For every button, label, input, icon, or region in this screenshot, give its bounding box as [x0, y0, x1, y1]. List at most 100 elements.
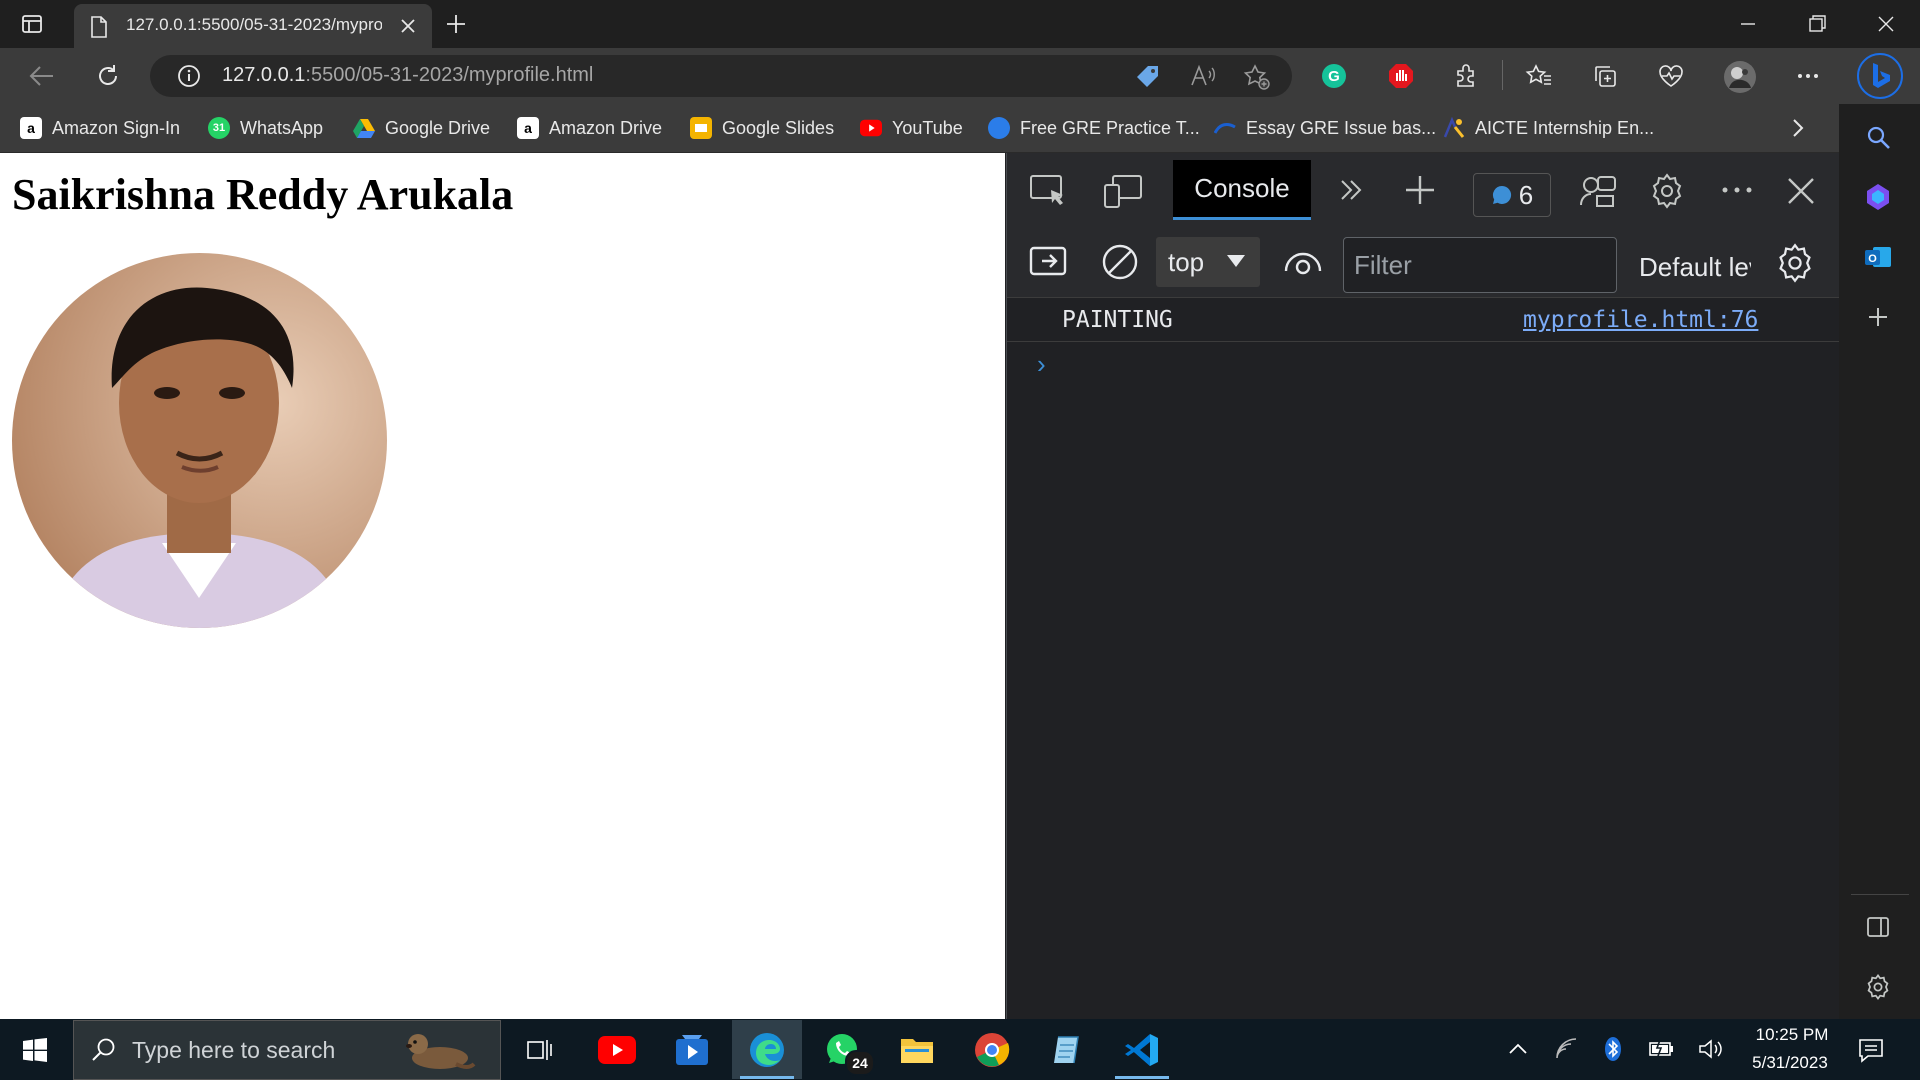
- close-window-icon[interactable]: [1874, 12, 1898, 36]
- notepad-app-icon[interactable]: [1032, 1020, 1102, 1079]
- bookmark-amazon-drive[interactable]: a Amazon Drive: [517, 114, 662, 142]
- bookmark-amazon-sign-in[interactable]: a Amazon Sign-In: [20, 114, 180, 142]
- copilot-icon[interactable]: [1863, 182, 1893, 212]
- coupon-icon[interactable]: [1134, 63, 1162, 89]
- media-player-icon[interactable]: [657, 1020, 727, 1079]
- google-drive-icon: [353, 117, 375, 139]
- youtube-app-icon[interactable]: [582, 1020, 652, 1079]
- clear-console-icon[interactable]: [1101, 243, 1139, 281]
- devtools-more-icon[interactable]: [1719, 175, 1755, 205]
- tab-console[interactable]: Console: [1173, 160, 1311, 220]
- context-selector[interactable]: top: [1156, 237, 1260, 287]
- show-hidden-icons-icon[interactable]: [1506, 1038, 1530, 1060]
- essay-icon: [1214, 117, 1236, 139]
- new-tab-icon[interactable]: [444, 12, 468, 36]
- tab-actions-icon[interactable]: [20, 12, 44, 36]
- notifications-icon[interactable]: [1857, 1036, 1885, 1064]
- edge-sidebar: O: [1839, 104, 1920, 1019]
- bookmark-youtube[interactable]: YouTube: [860, 114, 963, 142]
- clock-time[interactable]: 10:25 PM: [1747, 1025, 1837, 1045]
- bookmark-gre-practice[interactable]: Free GRE Practice T...: [988, 114, 1200, 142]
- bookmark-label: AICTE Internship En...: [1475, 117, 1655, 138]
- extensions-icon[interactable]: [1452, 62, 1480, 90]
- bookmark-aicte[interactable]: AICTE Internship En...: [1443, 114, 1654, 142]
- file-explorer-icon[interactable]: [882, 1020, 952, 1079]
- refresh-icon[interactable]: [94, 62, 122, 90]
- svg-text:G: G: [1328, 68, 1340, 85]
- volume-icon[interactable]: [1697, 1037, 1725, 1061]
- edge-app-icon[interactable]: [732, 1020, 802, 1079]
- bing-chat-icon[interactable]: [1856, 52, 1904, 100]
- search-icon[interactable]: [1865, 124, 1893, 152]
- bluetooth-icon[interactable]: [1604, 1036, 1622, 1062]
- inspect-element-icon[interactable]: [1029, 173, 1067, 209]
- title-bar: 127.0.0.1:5500/05-31-2023/myprofile.html: [0, 0, 1920, 48]
- log-message: PAINTING: [1062, 307, 1173, 333]
- page-icon: [90, 16, 108, 38]
- active-indicator: [740, 1076, 794, 1079]
- issues-icon: [1491, 184, 1513, 206]
- restore-icon[interactable]: [1805, 12, 1829, 36]
- console-log-entry: PAINTING myprofile.html:76: [1007, 297, 1839, 342]
- amazon-icon: a: [517, 117, 539, 139]
- grammarly-icon[interactable]: G: [1320, 62, 1348, 90]
- context-value: top: [1168, 246, 1205, 277]
- console-settings-icon[interactable]: [1775, 243, 1815, 283]
- more-menu-icon[interactable]: [1794, 62, 1822, 90]
- bookmark-essay-gre[interactable]: Essay GRE Issue bas...: [1214, 114, 1436, 142]
- read-aloud-icon[interactable]: [1189, 63, 1217, 89]
- favorites-icon[interactable]: [1525, 62, 1553, 90]
- more-tabs-icon[interactable]: [1337, 175, 1367, 205]
- sidebar-settings-icon[interactable]: [1865, 974, 1891, 1000]
- browser-essentials-icon[interactable]: [1657, 62, 1685, 90]
- battery-icon[interactable]: [1648, 1038, 1676, 1060]
- back-icon[interactable]: [28, 63, 56, 89]
- bookmarks-overflow-icon[interactable]: [1788, 116, 1808, 140]
- hide-sidebar-icon[interactable]: [1865, 914, 1891, 940]
- profile-avatar[interactable]: [1723, 60, 1757, 94]
- bookmark-label: Essay GRE Issue bas...: [1246, 117, 1437, 138]
- live-expression-icon[interactable]: [1283, 247, 1323, 277]
- clock-date[interactable]: 5/31/2023: [1740, 1053, 1840, 1073]
- amazon-icon: a: [20, 117, 42, 139]
- collections-icon[interactable]: [1591, 62, 1619, 90]
- outlook-icon[interactable]: O: [1863, 242, 1893, 272]
- filter-input[interactable]: Filter: [1343, 237, 1617, 293]
- whatsapp-app-icon[interactable]: 24: [807, 1020, 877, 1079]
- bookmark-whatsapp[interactable]: 31 WhatsApp: [208, 114, 323, 142]
- bookmark-google-slides[interactable]: Google Slides: [690, 114, 834, 142]
- feedback-icon[interactable]: [1579, 173, 1617, 209]
- close-devtools-icon[interactable]: [1785, 175, 1817, 207]
- vscode-app-icon[interactable]: [1107, 1020, 1177, 1079]
- chrome-app-icon[interactable]: [957, 1020, 1027, 1079]
- url-text[interactable]: 127.0.0.1:5500/05-31-2023/myprofile.html: [222, 64, 593, 87]
- add-sidebar-app-icon[interactable]: [1865, 304, 1891, 330]
- tab-title: 127.0.0.1:5500/05-31-2023/myprofile.html: [126, 15, 382, 34]
- aicte-icon: [1443, 117, 1465, 139]
- minimize-icon[interactable]: [1736, 12, 1760, 36]
- device-emulation-icon[interactable]: [1103, 173, 1143, 209]
- site-info-icon[interactable]: [176, 63, 202, 89]
- url-path: :5500/05-31-2023/myprofile.html: [305, 64, 594, 86]
- network-icon[interactable]: [1554, 1036, 1580, 1062]
- bookmark-label: Amazon Drive: [549, 117, 663, 138]
- add-tab-icon[interactable]: [1403, 173, 1437, 207]
- issues-counter[interactable]: 6: [1473, 173, 1551, 217]
- page-heading: Saikrishna Reddy Arukala: [12, 170, 514, 219]
- gre-icon: [988, 117, 1010, 139]
- close-tab-icon[interactable]: [398, 16, 418, 36]
- sidebar-divider: [1851, 894, 1909, 895]
- task-view-icon[interactable]: [505, 1020, 575, 1079]
- browser-tab[interactable]: 127.0.0.1:5500/05-31-2023/myprofile.html: [74, 4, 432, 48]
- url-host: 127.0.0.1: [222, 64, 306, 86]
- console-prompt[interactable]: ›: [1037, 349, 1046, 380]
- add-favorite-icon[interactable]: [1243, 63, 1271, 91]
- adblock-icon[interactable]: [1387, 62, 1415, 90]
- log-source-link[interactable]: myprofile.html:76: [1523, 307, 1758, 333]
- log-levels-dropdown[interactable]: Default levels: [1639, 252, 1751, 283]
- start-button-icon[interactable]: [22, 1037, 48, 1063]
- devtools-settings-icon[interactable]: [1649, 173, 1685, 209]
- bookmark-google-drive[interactable]: Google Drive: [353, 114, 490, 142]
- toggle-sidebar-icon[interactable]: [1029, 245, 1067, 277]
- bookmark-label: Google Drive: [385, 117, 491, 138]
